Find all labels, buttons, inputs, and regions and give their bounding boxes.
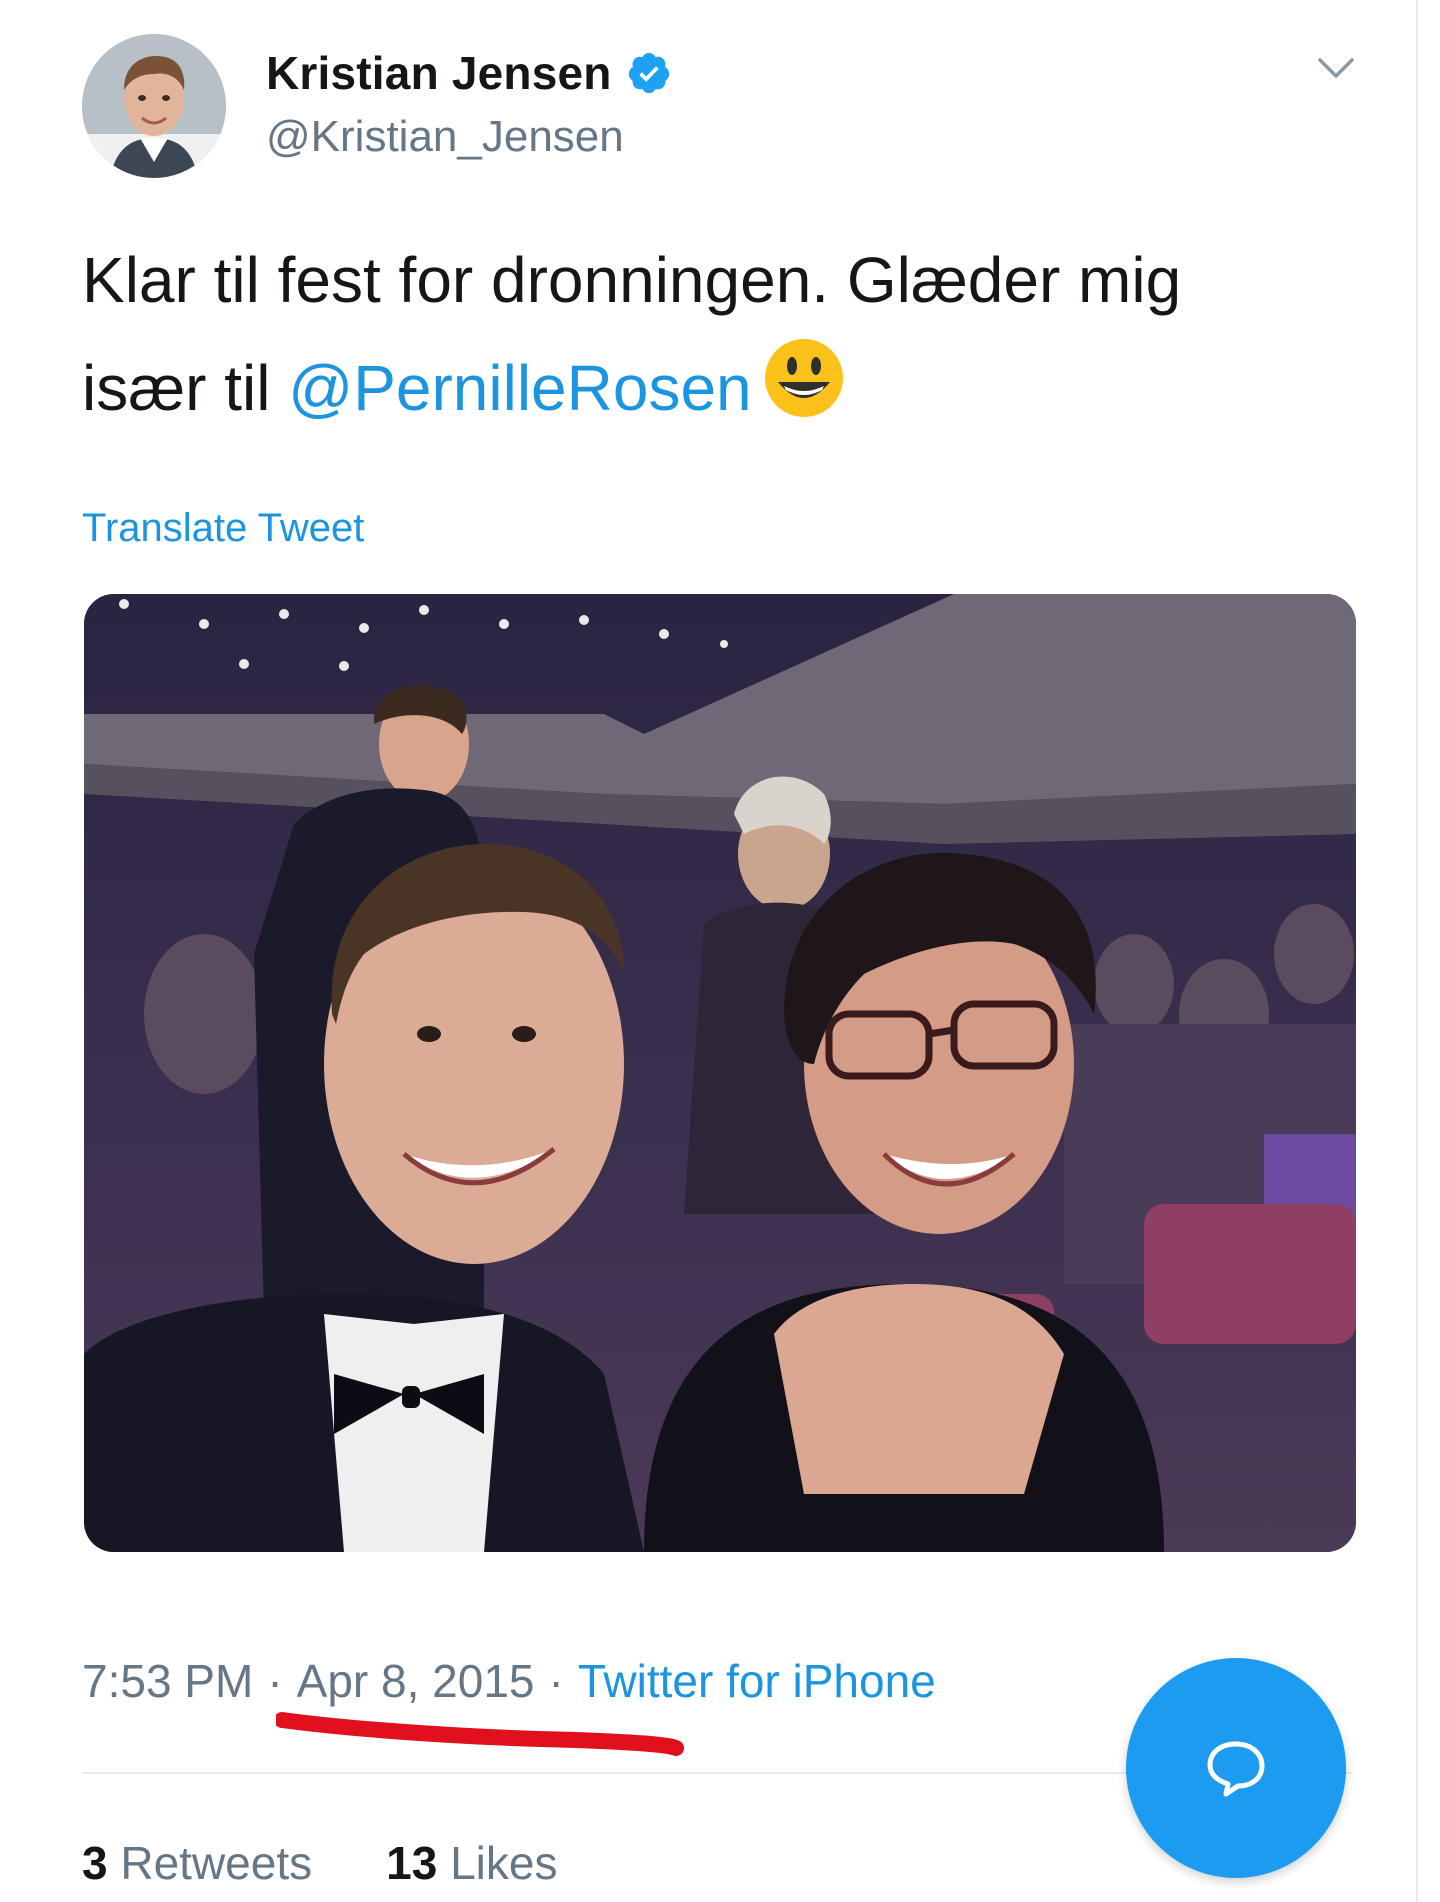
author-handle[interactable]: @Kristian_Jensen (266, 112, 624, 162)
author-name-row[interactable]: Kristian Jensen (266, 46, 672, 100)
author-avatar[interactable] (82, 34, 226, 178)
smiley-emoji-icon (764, 339, 843, 417)
likes-stat[interactable]: 13 Likes (386, 1836, 557, 1890)
likes-label: Likes (450, 1837, 558, 1889)
author-display-name[interactable]: Kristian Jensen (266, 46, 612, 100)
verified-badge-icon (628, 52, 669, 94)
red-underline-annotation (276, 1712, 684, 1756)
retweets-label: Retweets (120, 1837, 313, 1889)
retweets-stat[interactable]: 3 Retweets (82, 1836, 312, 1890)
tweet-photo[interactable] (84, 594, 1356, 1552)
tweet-time[interactable]: 7:53 PM (82, 1655, 253, 1707)
tweet-text: Klar til fest for dronningen. Glæder mig… (82, 226, 1262, 442)
translate-tweet-link[interactable]: Translate Tweet (82, 506, 364, 551)
reply-bubble-icon (1207, 1741, 1265, 1797)
chevron-down-icon[interactable] (1316, 54, 1356, 82)
mention-link[interactable]: @PernilleRosen (288, 352, 751, 424)
tweet-stats: 3 Retweets 13 Likes (82, 1836, 557, 1890)
retweets-count: 3 (82, 1837, 108, 1889)
page-border (1416, 0, 1418, 1902)
likes-count: 13 (386, 1837, 438, 1889)
reply-fab-button[interactable] (1126, 1658, 1346, 1878)
